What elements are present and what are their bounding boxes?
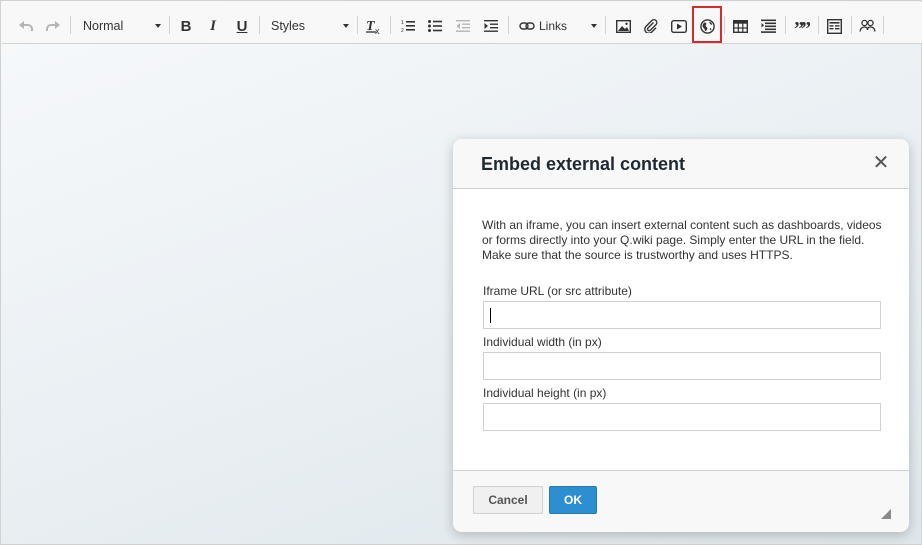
embed-content-dialog: Embed external content ✕ With an iframe,… xyxy=(453,139,909,532)
styles-dropdown[interactable]: Styles xyxy=(271,14,351,38)
increase-indent-button[interactable] xyxy=(482,14,500,38)
toolbar-separator xyxy=(357,16,358,34)
table-of-contents-button[interactable] xyxy=(759,14,777,38)
toolbar-separator xyxy=(605,16,606,34)
toolbar-separator xyxy=(70,16,71,34)
dialog-footer: Cancel OK xyxy=(453,470,909,532)
width-label: Individual width (in px) xyxy=(483,335,602,349)
underline-icon: U xyxy=(236,17,248,35)
links-dropdown-arrow[interactable] xyxy=(585,14,599,38)
chevron-down-icon xyxy=(591,24,597,28)
quote-icon: ”” xyxy=(794,17,811,40)
format-dropdown[interactable]: Normal xyxy=(83,14,163,38)
resize-handle[interactable] xyxy=(881,509,891,519)
embed-button-highlight xyxy=(692,6,722,43)
width-input[interactable] xyxy=(483,352,881,380)
links-dropdown[interactable]: Links xyxy=(519,14,583,38)
italic-icon: I xyxy=(210,17,216,34)
decrease-indent-button[interactable] xyxy=(454,14,472,38)
outdent-icon xyxy=(456,20,470,32)
styles-dropdown-value: Styles xyxy=(271,19,306,33)
toolbar-separator xyxy=(169,16,170,34)
insert-image-button[interactable] xyxy=(614,14,632,38)
close-icon[interactable]: ✕ xyxy=(871,153,891,173)
italic-button[interactable]: I xyxy=(205,14,221,38)
underline-button[interactable]: U xyxy=(234,14,250,38)
ok-button[interactable]: OK xyxy=(549,486,597,514)
iframe-url-label: Iframe URL (or src attribute) xyxy=(483,284,632,298)
indent-icon xyxy=(484,20,498,32)
blockquote-button[interactable]: ”” xyxy=(792,14,811,40)
insert-template-button[interactable] xyxy=(825,14,843,38)
format-dropdown-value: Normal xyxy=(83,19,124,33)
svg-text:1: 1 xyxy=(401,20,404,26)
editor-toolbar: Normal B I U Styles Tx 12 Links ”” xyxy=(2,2,922,44)
toolbar-separator xyxy=(818,16,819,34)
dialog-title: Embed external content xyxy=(481,154,686,174)
toolbar-separator xyxy=(785,16,786,34)
dialog-description: With an iframe, you can insert external … xyxy=(482,218,882,262)
bold-icon: B xyxy=(180,17,192,35)
height-input[interactable] xyxy=(483,403,881,431)
insert-video-button[interactable] xyxy=(670,14,688,38)
height-label: Individual height (in px) xyxy=(483,386,607,400)
template-icon xyxy=(826,18,842,34)
bulleted-list-button[interactable] xyxy=(426,14,444,38)
iframe-url-input[interactable] xyxy=(483,301,881,329)
dialog-header: Embed external content ✕ xyxy=(453,139,909,189)
bulleted-list-icon xyxy=(428,20,442,32)
video-icon xyxy=(671,19,687,33)
undo-button[interactable] xyxy=(16,14,36,38)
chevron-down-icon xyxy=(155,24,161,28)
link-icon xyxy=(519,22,535,30)
numbered-list-icon: 12 xyxy=(401,20,415,33)
toolbar-separator xyxy=(259,16,260,34)
toolbar-separator xyxy=(724,16,725,34)
table-icon xyxy=(732,19,748,33)
cancel-button[interactable]: Cancel xyxy=(473,486,543,514)
svg-text:2: 2 xyxy=(401,28,404,33)
bold-button[interactable]: B xyxy=(178,14,194,38)
mention-users-button[interactable] xyxy=(858,14,876,38)
toolbar-separator xyxy=(883,16,884,34)
attach-file-button[interactable] xyxy=(642,14,660,38)
toolbar-separator xyxy=(508,16,509,34)
image-icon xyxy=(615,19,631,33)
text-caret xyxy=(490,308,491,323)
paperclip-icon xyxy=(644,19,658,33)
redo-icon xyxy=(46,21,60,31)
links-dropdown-label: Links xyxy=(539,19,568,33)
toc-icon xyxy=(760,19,776,33)
redo-button[interactable] xyxy=(43,14,63,38)
toolbar-separator xyxy=(390,16,391,34)
remove-format-button[interactable]: Tx xyxy=(364,14,384,38)
numbered-list-button[interactable]: 12 xyxy=(399,14,417,38)
toolbar-separator xyxy=(851,16,852,34)
users-icon xyxy=(858,19,876,32)
insert-table-button[interactable] xyxy=(731,14,749,38)
undo-icon xyxy=(19,21,33,31)
remove-format-icon: Tx xyxy=(366,19,380,35)
editor-area[interactable]: Normal B I U Styles Tx 12 Links ”” Embed… xyxy=(0,0,922,545)
chevron-down-icon xyxy=(343,24,349,28)
svg-text:x: x xyxy=(375,26,380,35)
